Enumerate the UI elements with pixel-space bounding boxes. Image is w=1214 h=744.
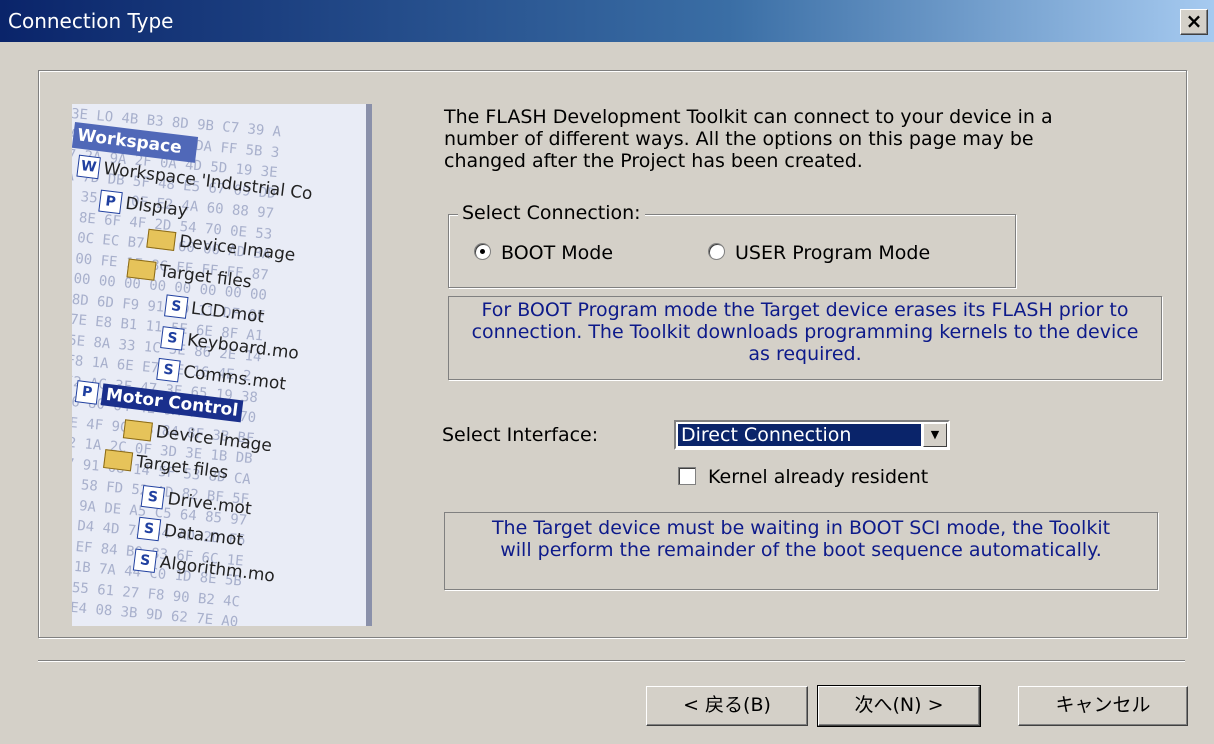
file-icon: S [136, 516, 162, 542]
file-icon: S [160, 326, 185, 351]
cancel-button[interactable]: キャンセル [1018, 686, 1188, 726]
file-icon: S [156, 357, 181, 383]
workspace-icon: W [76, 154, 101, 180]
connection-group-label: Select Connection: [458, 202, 645, 224]
next-button[interactable]: 次へ(N) > [817, 685, 981, 727]
interface-info-box: The Target device must be waiting in BOO… [444, 512, 1158, 590]
tree-node-target-files: Target files [126, 258, 253, 293]
interface-select-value: Direct Connection [678, 424, 921, 446]
file-icon: S [140, 484, 166, 510]
boot-mode-radio[interactable]: BOOT Mode [474, 242, 613, 264]
kernel-resident-checkbox[interactable]: Kernel already resident [678, 466, 928, 488]
tree-node-device-image: Device Image [146, 228, 296, 266]
user-program-mode-radio[interactable]: USER Program Mode [708, 242, 930, 264]
footer-separator [38, 660, 1185, 662]
tree-node-display: P Display [98, 189, 189, 223]
tree-node-algorithm: S Algorithm.mo [132, 548, 276, 587]
tree-node-drive: S Drive.mot [140, 484, 253, 520]
radio-unselected-icon [708, 243, 725, 260]
interface-select[interactable]: Direct Connection ▼ [674, 420, 950, 450]
folder-icon [122, 418, 154, 442]
intro-text: The FLASH Development Toolkit can connec… [444, 106, 1053, 172]
file-icon: S [132, 548, 158, 574]
folder-icon [103, 448, 134, 471]
tree-node-data: S Data.mot [136, 516, 245, 552]
close-button[interactable]: × [1180, 9, 1208, 35]
checkbox-unchecked-icon [678, 467, 696, 485]
chevron-down-icon[interactable]: ▼ [923, 423, 947, 447]
window-title: Connection Type [8, 9, 174, 33]
workspace-illustration: 3E LO 4B B3 8D 9B C7 39 A A5 0E 23 D1 48… [72, 104, 372, 626]
tree-node-device-image-2: Device Image [122, 418, 273, 456]
connection-info-box: For BOOT Program mode the Target device … [448, 296, 1162, 380]
project-icon: P [98, 189, 123, 215]
tree-node-comms: S Comms.mot [156, 357, 287, 396]
tree-node-lcd: S LCD.mot [164, 294, 265, 328]
tree-node-keyboard: S Keyboard.mo [160, 326, 300, 365]
file-icon: S [164, 294, 189, 319]
tree-node-target-files-2: Target files [103, 448, 229, 483]
select-interface-label: Select Interface: [442, 424, 599, 446]
folder-icon [126, 258, 157, 281]
back-button[interactable]: < 戻る(B) [646, 686, 808, 726]
radio-selected-icon [474, 243, 491, 260]
folder-icon [146, 228, 177, 251]
title-bar: Connection Type × [0, 0, 1214, 42]
project-icon: P [74, 380, 100, 405]
